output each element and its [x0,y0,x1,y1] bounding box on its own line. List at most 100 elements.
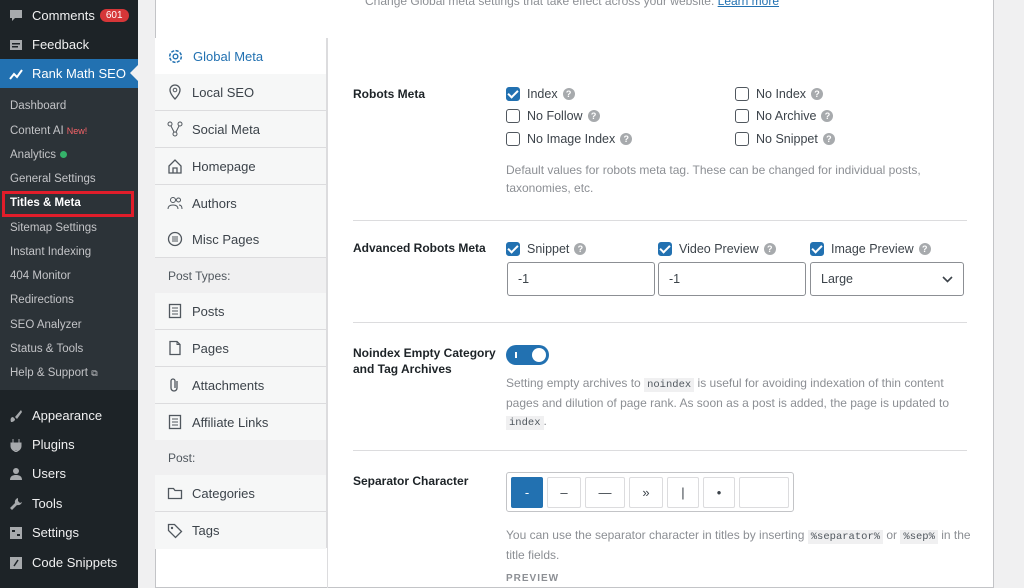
help-icon[interactable]: ? [620,133,633,145]
tab-authors[interactable]: Authors [155,185,326,222]
robots-nosnippet-checkbox[interactable]: No Snippet? [735,132,835,146]
robots-noimageindex-checkbox[interactable]: No Image Index? [506,132,633,146]
submenu-help-support[interactable]: Help & Support ⧉ [10,367,98,379]
robots-index-checkbox[interactable]: Index? [506,87,575,101]
snippet-input[interactable]: -1 [507,262,655,296]
noindex-empty-label: Noindex Empty Category and Tag Archives [353,346,496,376]
separator-custom-input[interactable] [739,477,789,508]
menu-item-appearance[interactable]: Appearance [0,401,138,430]
menu-item-users[interactable]: Users [0,459,138,488]
comments-count-badge: 601 [99,9,129,22]
separator-option-hyphen[interactable]: - [511,477,543,508]
tab-attachments[interactable]: Attachments [155,367,326,404]
tab-categories[interactable]: Categories [155,475,326,512]
feedback-icon [10,39,22,50]
robots-nofollow-checkbox[interactable]: No Follow? [506,109,600,123]
status-dot-icon [60,151,68,158]
menu-item-tools[interactable]: Tools [0,489,138,518]
section-divider [353,322,967,323]
document-icon [168,303,182,319]
snippet-checkbox[interactable]: Snippet? [506,242,587,256]
submenu-dashboard[interactable]: Dashboard [10,100,66,112]
tab-affiliate-links[interactable]: Affiliate Links [155,404,326,441]
checkbox-icon [735,87,749,101]
checkbox-icon [735,109,749,123]
noindex-empty-toggle[interactable] [506,345,549,365]
tab-tags[interactable]: Tags [155,512,326,549]
menu-item-plugins[interactable]: Plugins [0,430,138,459]
help-icon[interactable]: ? [918,243,931,255]
brush-icon [10,409,22,422]
help-icon[interactable]: ? [587,110,600,122]
menu-item-rank-math-seo[interactable]: Rank Math SEO [0,59,138,88]
help-icon[interactable]: ? [821,110,834,122]
post-heading: Post: [155,440,326,477]
help-icon[interactable]: ? [811,88,824,100]
separator-options: - – — » | • [506,472,794,512]
robots-meta-label: Robots Meta [353,87,425,101]
video-preview-checkbox[interactable]: Video Preview? [658,242,776,256]
submenu-status-tools[interactable]: Status & Tools [10,343,83,355]
share-nodes-icon [167,121,183,137]
submenu-analytics[interactable]: Analytics [10,149,68,161]
checkbox-icon [735,132,749,146]
wrench-icon [10,497,22,510]
help-icon[interactable]: ? [574,243,587,255]
tab-social-meta[interactable]: Social Meta [155,111,326,148]
top-note: Change Global meta settings that take ef… [365,0,779,8]
separator-option-bullet[interactable]: • [703,477,735,508]
menu-item-feedback[interactable]: Feedback [0,30,138,59]
checkbox-checked-icon [658,242,672,256]
menu-item-code-snippets[interactable]: Code Snippets [0,548,138,577]
checkbox-checked-icon [506,87,520,101]
paperclip-icon [170,378,178,392]
separator-description: You can use the separator character in t… [506,528,971,562]
separator-option-em-dash[interactable]: — [585,477,625,508]
tabs-divider [327,38,328,588]
image-preview-select[interactable]: Large [810,262,964,296]
noindex-empty-description: Setting empty archives to noindex is use… [506,376,949,430]
gear-icon [168,49,183,64]
submenu-sitemap-settings[interactable]: Sitemap Settings [10,222,97,234]
section-divider [353,450,967,451]
user-icon [10,467,22,480]
checkbox-icon [506,132,520,146]
tab-local-seo[interactable]: Local SEO [155,74,326,111]
menu-item-settings[interactable]: Settings [0,518,138,547]
robots-meta-description: Default values for robots meta tag. Thes… [506,163,921,195]
submenu-content-ai[interactable]: Content AI New! [10,125,87,137]
post-types-heading: Post Types: [155,258,326,295]
users-icon [167,197,183,210]
tab-misc-pages[interactable]: Misc Pages [155,221,326,258]
submenu-instant-indexing[interactable]: Instant Indexing [10,246,91,258]
help-icon[interactable]: ? [763,243,776,255]
rank-math-submenu: Dashboard Content AI New! Analytics Gener… [0,88,138,390]
help-icon[interactable]: ? [822,133,835,145]
submenu-seo-analyzer[interactable]: SEO Analyzer [10,319,82,331]
separator-option-pipe[interactable]: | [667,477,699,508]
learn-more-link[interactable]: Learn more [718,0,779,8]
new-tag: New! [66,126,88,136]
tab-global-meta[interactable]: Global Meta [155,38,326,75]
tab-pages[interactable]: Pages [155,330,326,367]
image-preview-checkbox[interactable]: Image Preview? [810,242,931,256]
code-separator: %separator% [807,530,884,544]
robots-noindex-checkbox[interactable]: No Index? [735,87,824,101]
submenu-redirections[interactable]: Redirections [10,294,74,306]
robots-noarchive-checkbox[interactable]: No Archive? [735,109,834,123]
tab-homepage[interactable]: Homepage [155,148,326,185]
separator-option-raquo[interactable]: » [629,477,663,508]
rank-math-icon [9,68,23,80]
tab-posts[interactable]: Posts [155,293,326,330]
tag-icon [167,523,183,538]
location-pin-icon [169,84,181,100]
video-preview-input[interactable]: -1 [658,262,806,296]
submenu-404-monitor[interactable]: 404 Monitor [10,270,71,282]
wp-admin-sidebar: Comments 601 Feedback Rank Math SEO Dash… [0,0,138,588]
settings-icon [10,526,22,539]
folder-icon [167,487,183,500]
separator-option-en-dash[interactable]: – [547,477,581,508]
help-icon[interactable]: ? [562,88,575,100]
submenu-general-settings[interactable]: General Settings [10,173,96,185]
menu-item-comments[interactable]: Comments 601 [0,1,138,30]
